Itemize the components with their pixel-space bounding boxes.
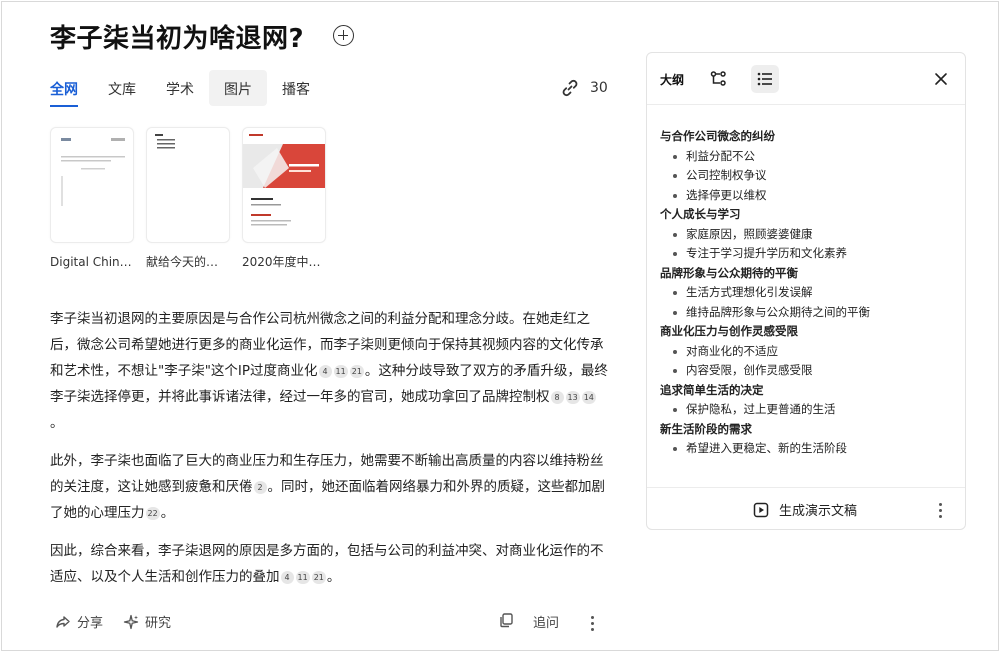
list-icon[interactable]: [751, 65, 779, 93]
tab-images[interactable]: 图片: [209, 70, 267, 106]
citation-badge[interactable]: 11: [295, 571, 310, 584]
outline-item[interactable]: 家庭原因，照顾婆婆健康: [660, 225, 960, 245]
citation-badge[interactable]: 21: [311, 571, 326, 584]
citation-badge[interactable]: 14: [581, 391, 596, 404]
image-result-card[interactable]: 献给今天的企业家、明天的企...: [146, 127, 230, 272]
mindmap-icon[interactable]: [705, 65, 733, 93]
outline-item[interactable]: 选择停更以维权: [660, 186, 960, 206]
outline-heading[interactable]: 新生活阶段的需求: [660, 420, 960, 440]
tab-all-web[interactable]: 全网: [50, 70, 78, 107]
outline-heading[interactable]: 与合作公司微念的纠纷: [660, 127, 960, 147]
share-button[interactable]: 分享: [55, 612, 103, 631]
citation-badge[interactable]: 4: [318, 365, 332, 378]
outline-list: 与合作公司微念的纠纷 利益分配不公 公司控制权争议 选择停更以维权 个人成长与学…: [660, 127, 960, 459]
research-icon: [123, 614, 139, 630]
share-icon: [55, 614, 71, 630]
outline-panel: 大纲 与合作公司微念的纠纷 利益分配不公 公司控制权争议 选择停更以维权 个人成…: [646, 52, 966, 530]
copy-icon: [498, 612, 514, 628]
citation-badge[interactable]: 4: [280, 571, 294, 584]
presentation-icon: [753, 502, 769, 518]
answer-paragraph: 李子柒当初退网的主要原因是与合作公司杭州微念之间的利益分配和理念分歧。在她走红之…: [50, 311, 608, 431]
outline-panel-footer: 生成演示文稿: [647, 487, 965, 530]
document-thumbnail: [146, 127, 230, 243]
outline-item[interactable]: 保护隐私，过上更普通的生活: [660, 400, 960, 420]
outline-item[interactable]: 公司控制权争议: [660, 166, 960, 186]
outline-item[interactable]: 希望进入更稳定、新的生活阶段: [660, 439, 960, 459]
source-tabs: 全网 文库 学术 图片 播客: [50, 70, 340, 107]
answer-paragraph: 此外，李子柒也面临了巨大的商业压力和生存压力，她需要不断输出高质量的内容以维持粉…: [50, 453, 605, 521]
citation-badge[interactable]: 13: [565, 391, 580, 404]
thumbnail-caption: 献给今天的企业家、明天的企...: [146, 255, 230, 269]
document-thumbnail: [242, 127, 326, 243]
outline-item[interactable]: 专注于学习提升学历和文化素养: [660, 244, 960, 264]
answer-paragraph: 因此，综合来看，李子柒退网的原因是多方面的，包括与公司的利益冲突、对商业化运作的…: [50, 543, 604, 585]
add-icon[interactable]: [333, 25, 354, 46]
outline-item[interactable]: 生活方式理想化引发误解: [660, 283, 960, 303]
citation-badge[interactable]: 21: [349, 365, 364, 378]
more-icon[interactable]: [591, 616, 595, 634]
image-results: Digital China: Creativity an... 献给今天的企业家…: [50, 127, 338, 272]
citation-badge[interactable]: 2: [253, 481, 267, 494]
outline-heading[interactable]: 品牌形象与公众期待的平衡: [660, 264, 960, 284]
thumbnail-caption: Digital China: Creativity an...: [50, 255, 134, 269]
thumbnail-caption: 2020年度中国企业员工舞弊...: [242, 255, 326, 269]
image-result-card[interactable]: 2020年度中国企业员工舞弊...: [242, 127, 326, 272]
outline-panel-header: 大纲: [647, 53, 965, 105]
citation-badge[interactable]: 22: [145, 507, 160, 520]
more-icon[interactable]: [939, 503, 943, 521]
outline-item[interactable]: 利益分配不公: [660, 147, 960, 167]
outline-heading[interactable]: 商业化压力与创作灵感受限: [660, 322, 960, 342]
research-button[interactable]: 研究: [123, 612, 171, 631]
tab-academic[interactable]: 学术: [166, 70, 194, 106]
source-count: 30: [590, 80, 608, 96]
copy-button[interactable]: [498, 612, 520, 628]
citation-badge[interactable]: 11: [333, 365, 348, 378]
outline-item[interactable]: 维持品牌形象与公众期待之间的平衡: [660, 303, 960, 323]
outline-item[interactable]: 对商业化的不适应: [660, 342, 960, 362]
document-thumbnail: [50, 127, 134, 243]
outline-heading[interactable]: 个人成长与学习: [660, 205, 960, 225]
answer-actions: 分享 研究 追问: [55, 612, 610, 636]
follow-up-button[interactable]: 追问: [533, 612, 559, 631]
tab-library[interactable]: 文库: [108, 70, 136, 106]
citation-badge[interactable]: 8: [550, 391, 564, 404]
tab-podcast[interactable]: 播客: [282, 70, 310, 106]
answer-body: 李子柒当初退网的主要原因是与合作公司杭州微念之间的利益分配和理念分歧。在她走红之…: [50, 306, 615, 602]
generate-presentation-button[interactable]: 生成演示文稿: [753, 500, 857, 519]
close-icon[interactable]: [927, 65, 955, 93]
source-count-button[interactable]: 30: [560, 78, 608, 98]
outline-label: 大纲: [660, 73, 685, 87]
outline-item[interactable]: 内容受限，创作灵感受限: [660, 361, 960, 381]
outline-heading[interactable]: 追求简单生活的决定: [660, 381, 960, 401]
link-icon: [560, 78, 580, 98]
page-title: 李子柒当初为啥退网?: [50, 24, 305, 54]
image-result-card[interactable]: Digital China: Creativity an...: [50, 127, 134, 272]
